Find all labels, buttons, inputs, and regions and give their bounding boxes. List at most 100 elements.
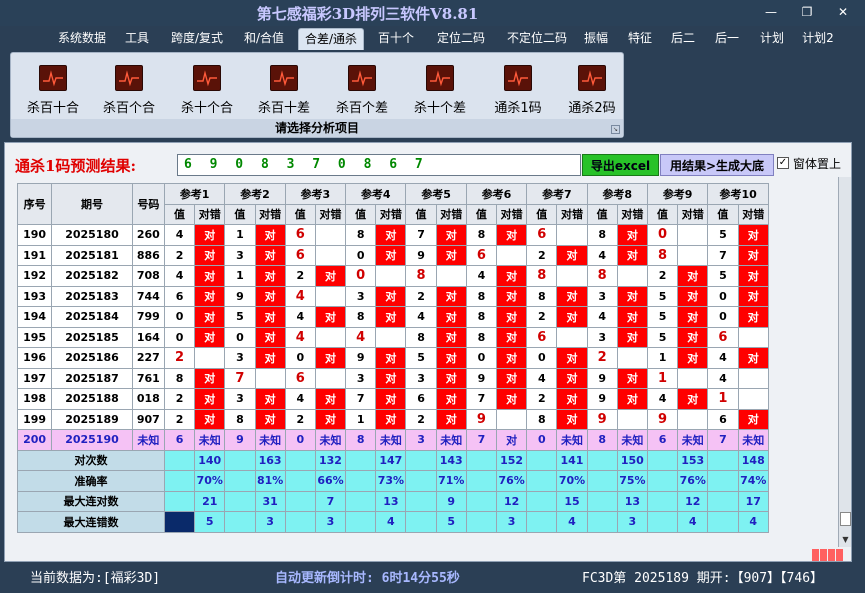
value-cell: 8 <box>465 306 498 328</box>
result-cell: 对 <box>496 265 528 287</box>
value-cell: 2 <box>163 408 196 430</box>
table-row[interactable]: 194 2025184 799 0 对 5 对 4 对 8 对 4 对 8 对 2 对 4 对 5 对 0 对 <box>16 306 770 328</box>
period-cell: 2025186 <box>51 347 133 369</box>
table-row[interactable]: 193 2025183 744 6 对 9 对 4 3 对 2 对 8 对 8 对 3 对 5 对 0 对 <box>16 285 770 307</box>
menu-item[interactable]: 后二 <box>665 28 701 50</box>
restore-button[interactable]: ❐ <box>796 2 818 22</box>
reference-header: 参考6 <box>465 183 528 205</box>
ribbon-button[interactable]: 杀百个合 <box>94 65 164 116</box>
menu-item[interactable]: 百十个 <box>374 28 418 50</box>
stats-spacer <box>224 470 256 492</box>
close-button[interactable]: ✕ <box>832 2 854 22</box>
result-cell: 对 <box>194 285 226 307</box>
stats-spacer <box>586 449 618 471</box>
menu-item[interactable]: 定位二码 <box>428 28 494 50</box>
value-cell: 0 <box>526 347 558 369</box>
export-excel-button[interactable]: 导出excel <box>582 154 659 176</box>
seq-cell: 190 <box>16 224 53 246</box>
stats-row: 最大连错数 5 3 3 4 5 3 4 3 4 4 <box>17 511 770 533</box>
value-cell: 2 <box>526 306 558 328</box>
menu-item[interactable]: 合差/通杀 <box>298 28 364 50</box>
table-row[interactable]: 192 2025182 708 4 对 1 对 2 对 0 8 4 对 8 8 2 对 5 对 <box>16 265 770 287</box>
stats-spacer <box>345 490 377 512</box>
value-cell: 6 <box>284 367 316 389</box>
ribbon-button[interactable]: 杀十个差 <box>405 65 475 116</box>
scrollbar-thumb[interactable] <box>840 512 851 526</box>
result-cell: 对 <box>435 347 467 369</box>
ribbon-expand-icon[interactable]: ↘ <box>611 125 620 134</box>
ribbon-button[interactable]: 杀百个差 <box>327 65 397 116</box>
stats-value: 71% <box>435 470 467 492</box>
stats-spacer <box>163 470 196 492</box>
reference-header: 参考8 <box>586 183 648 205</box>
number-cell: 799 <box>131 306 165 328</box>
menu-item[interactable]: 后一 <box>708 28 746 50</box>
result-cell: 对 <box>677 326 709 348</box>
table-row[interactable]: 191 2025181 886 2 对 3 对 6 0 对 9 对 6 2 对 4 对 8 7 对 <box>16 244 770 266</box>
ribbon-button[interactable]: 杀十个合 <box>172 65 242 116</box>
menu-item[interactable]: 工具 <box>118 28 156 50</box>
stats-spacer <box>526 490 558 512</box>
ribbon-button[interactable]: 杀百十差 <box>249 65 319 116</box>
stats-label: 准确率 <box>17 470 165 492</box>
table-row[interactable]: 198 2025188 018 2 对 3 对 4 对 7 对 6 对 7 对 2 对 9 对 4 对 1 <box>16 388 770 410</box>
seq-header: 序号 <box>16 183 53 225</box>
table-scrollbar[interactable]: ▼ <box>838 177 851 547</box>
value-cell: 8 <box>586 429 618 451</box>
value-cell: 8 <box>465 285 498 307</box>
prediction-label: 通杀1码预测结果: <box>15 157 136 175</box>
seq-cell: 198 <box>16 388 53 410</box>
ribbon-button[interactable]: 通杀1码 <box>483 65 553 116</box>
minimize-button[interactable]: — <box>760 2 782 22</box>
table-row[interactable]: 190 2025180 260 4 对 1 对 6 8 对 7 对 8 对 6 8 对 0 5 对 <box>16 224 770 246</box>
generate-base-button[interactable]: 用结果>生成大底 <box>660 154 774 176</box>
resize-grip[interactable] <box>812 546 848 561</box>
table-row[interactable]: 197 2025187 761 8 对 7 6 3 对 3 对 9 对 4 对 9 对 1 4 <box>16 367 770 389</box>
result-cell: 对 <box>737 244 770 266</box>
menu-item[interactable]: 振幅 <box>578 28 614 50</box>
stats-value: 3 <box>616 511 648 533</box>
value-cell: 4 <box>465 265 498 287</box>
table-row[interactable]: 199 2025189 907 2 对 8 对 2 对 1 对 2 对 9 8 对 9 9 6 对 <box>16 408 770 430</box>
value-cell: 3 <box>405 367 437 389</box>
ribbon-button[interactable]: 通杀2码 <box>557 65 627 116</box>
result-cell: 对 <box>737 285 770 307</box>
result-cell: 对 <box>556 244 588 266</box>
menu-item[interactable]: 特征 <box>620 28 660 50</box>
chart-icon <box>193 65 221 91</box>
period-cell: 2025181 <box>51 244 133 266</box>
stats-spacer <box>405 511 437 533</box>
result-cell: 对 <box>194 224 226 246</box>
table-row[interactable]: 196 2025186 227 2 3 对 0 对 9 对 5 对 0 对 0 对 2 1 对 4 对 <box>16 347 770 369</box>
current-data-status: 当前数据为:[福彩3D] <box>30 571 161 586</box>
topmost-checkbox[interactable]: ✓ <box>777 157 789 169</box>
value-cell: 0 <box>345 244 377 266</box>
scroll-down-icon[interactable]: ▼ <box>839 533 852 547</box>
stats-spacer <box>526 511 558 533</box>
value-cell: 4 <box>646 388 679 410</box>
stats-value: 4 <box>375 511 407 533</box>
chart-icon <box>270 65 298 91</box>
menu-item[interactable]: 计划2 <box>796 28 840 50</box>
menu-item[interactable]: 和/合值 <box>236 28 292 50</box>
result-cell: 对 <box>254 326 286 348</box>
ribbon-button[interactable]: 杀百十合 <box>18 65 88 116</box>
menu-item[interactable]: 不定位二码 <box>499 28 575 50</box>
table-row[interactable]: 195 2025185 164 0 对 0 对 4 4 8 对 8 对 6 3 对 5 对 6 <box>16 326 770 348</box>
value-cell: 8 <box>405 265 437 287</box>
stats-value: 31 <box>254 490 286 512</box>
value-cell: 4 <box>284 388 316 410</box>
stats-value: 75% <box>616 470 648 492</box>
value-header: 值 <box>163 203 196 225</box>
result-cell <box>677 224 709 246</box>
table-row[interactable]: 200 2025190 未知 6 未知 9 未知 0 未知 8 未知 3 未知 7 对 0 未知 8 未知 6 未知 7 未… <box>16 429 770 451</box>
prediction-result-field[interactable]: 6 9 0 8 3 7 0 8 6 7 <box>177 154 581 176</box>
value-header: 值 <box>345 203 377 225</box>
menu-item[interactable]: 计划 <box>754 28 790 50</box>
menu-item[interactable]: 系统数据 <box>52 28 112 50</box>
menu-item[interactable]: 跨度/复式 <box>163 28 231 50</box>
period-cell: 2025187 <box>51 367 133 389</box>
result-cell: 对 <box>496 347 528 369</box>
result-cell: 对 <box>375 224 407 246</box>
value-cell: 1 <box>345 408 377 430</box>
